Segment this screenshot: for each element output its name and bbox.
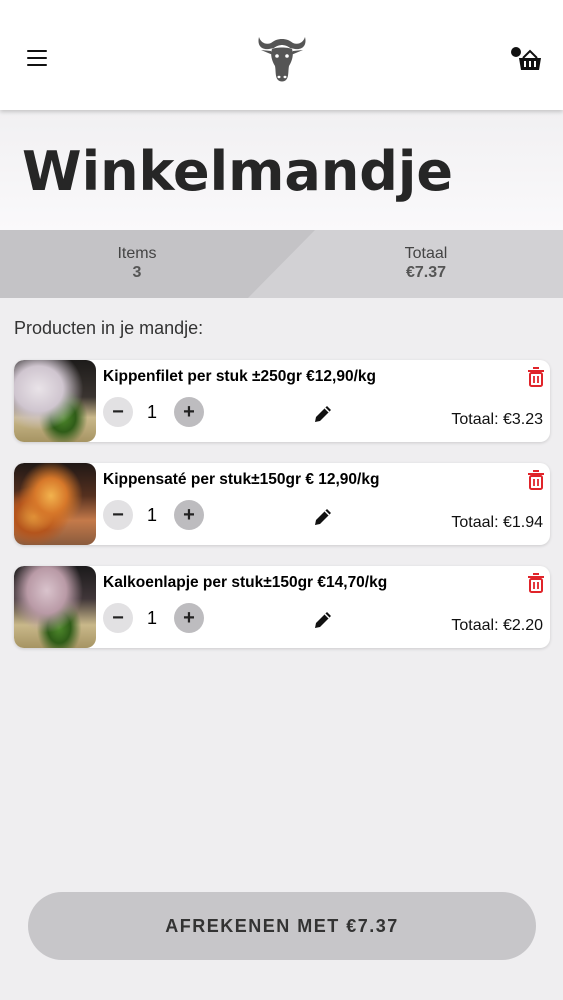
cow-head-logo	[258, 37, 306, 82]
pencil-icon[interactable]	[312, 609, 334, 631]
hamburger-menu-icon-line	[27, 57, 47, 60]
summary-items-label: Items	[117, 245, 157, 262]
product-name: Kippenfilet per stuk ±250gr €12,90/kg	[103, 368, 376, 385]
page-title: Winkelmandje	[22, 140, 454, 203]
hamburger-menu-icon	[27, 50, 47, 53]
decrease-quantity-button[interactable]: −	[103, 397, 133, 427]
line-total: Totaal: €2.20	[451, 617, 543, 634]
product-name: Kalkoenlapje per stuk±150gr €14,70/kg	[103, 574, 388, 591]
hamburger-menu-icon-line	[27, 64, 47, 67]
summary-total-value: €7.37	[405, 264, 447, 281]
line-total: Totaal: €3.23	[451, 411, 543, 428]
increase-quantity-button[interactable]: +	[174, 603, 204, 633]
product-card: Kippensaté per stuk±150gr € 12,90/kg − 1…	[14, 463, 550, 545]
title-area: Winkelmandje	[0, 110, 563, 230]
line-total: Totaal: €1.94	[451, 514, 543, 531]
quantity-value: 1	[146, 402, 157, 422]
summary-total-label: Totaal	[404, 245, 448, 262]
shopping-basket-icon[interactable]	[507, 44, 543, 74]
summary-items: Items 3	[67, 244, 207, 282]
summary-items-value: 3	[132, 264, 142, 281]
summary-total: Totaal €7.37	[356, 244, 496, 282]
decrease-quantity-button[interactable]: −	[103, 500, 133, 530]
section-label: Producten in je mandje:	[14, 318, 204, 338]
product-name: Kippensaté per stuk±150gr € 12,90/kg	[103, 471, 380, 488]
delete-icon[interactable]	[526, 572, 546, 594]
quantity-value: 1	[146, 608, 157, 628]
product-card: Kippenfilet per stuk ±250gr €12,90/kg − …	[14, 360, 550, 442]
delete-icon[interactable]	[526, 469, 546, 491]
decrease-quantity-button[interactable]: −	[103, 603, 133, 633]
quantity-value: 1	[146, 505, 157, 525]
checkout-button[interactable]: AFREKENEN MET €7.37	[28, 892, 536, 960]
delete-icon[interactable]	[526, 366, 546, 388]
increase-quantity-button[interactable]: +	[174, 397, 204, 427]
top-app-bar	[0, 0, 563, 110]
product-image	[14, 360, 96, 442]
product-image	[14, 566, 96, 648]
product-image	[14, 463, 96, 545]
product-card: Kalkoenlapje per stuk±150gr €14,70/kg − …	[14, 566, 550, 648]
increase-quantity-button[interactable]: +	[174, 500, 204, 530]
pencil-icon[interactable]	[312, 506, 334, 528]
menu-button[interactable]	[20, 43, 54, 73]
pencil-icon[interactable]	[312, 403, 334, 425]
cart-summary: Items 3 Totaal €7.37	[0, 230, 563, 298]
